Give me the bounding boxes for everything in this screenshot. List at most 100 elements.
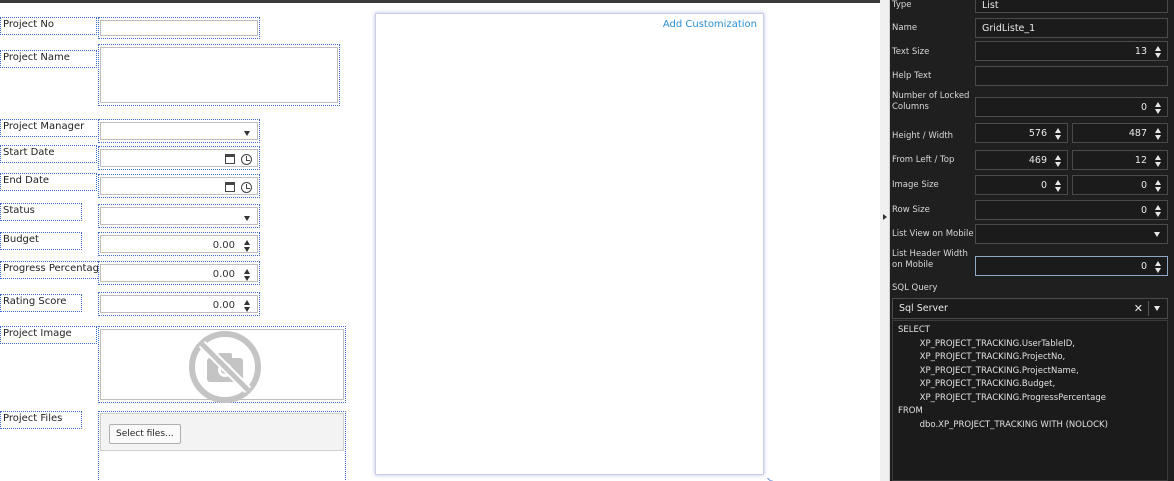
spinner-icon[interactable] <box>1055 128 1062 140</box>
name-input[interactable]: GridListe_1 <box>975 18 1168 38</box>
rating-score-box[interactable]: 0.00 <box>100 295 258 313</box>
end-date-box[interactable] <box>100 177 258 195</box>
help-text-input[interactable] <box>975 66 1168 86</box>
chevron-down-icon[interactable] <box>244 216 250 221</box>
budget-label[interactable]: Budget <box>0 232 82 250</box>
start-date-label[interactable]: Start Date <box>0 145 97 163</box>
progress-percentage-input[interactable]: 0.00 <box>98 261 260 285</box>
project-name-textarea[interactable] <box>98 44 340 106</box>
status-select[interactable] <box>98 204 260 228</box>
end-date-label[interactable]: End Date <box>0 173 97 191</box>
select-separator <box>1148 301 1149 316</box>
locked-columns-label: Number of Locked Columns <box>892 91 969 113</box>
status-label[interactable]: Status <box>0 203 82 221</box>
name-value: GridListe_1 <box>982 23 1036 34</box>
calendar-icon[interactable] <box>225 154 235 164</box>
sql-provider-select[interactable]: Sql Server ✕ <box>892 298 1168 319</box>
type-field[interactable]: List <box>975 0 1168 13</box>
panel-splitter[interactable] <box>880 0 890 481</box>
rating-score-value: 0.00 <box>212 300 235 311</box>
image-size-label: Image Size <box>892 180 939 190</box>
project-no-box[interactable] <box>100 20 258 36</box>
type-label: Type <box>892 0 912 10</box>
text-size-label: Text Size <box>892 47 930 57</box>
image-size-a-input[interactable]: 0 <box>975 175 1068 195</box>
project-name-label[interactable]: Project Name <box>0 50 97 68</box>
progress-percentage-label[interactable]: Progress Percentage <box>0 261 104 279</box>
sql-line: XP_PROJECT_TRACKING.ProjectName, <box>898 365 1079 376</box>
locked-columns-input[interactable]: 0 <box>975 97 1168 117</box>
width-value: 487 <box>1128 128 1147 139</box>
list-view-mobile-label: List View on Mobile <box>892 229 974 239</box>
file-upload-toolbar: Select files... <box>100 413 344 451</box>
text-size-input[interactable]: 13 <box>975 41 1168 61</box>
spinner-icon[interactable] <box>1155 46 1162 58</box>
chevron-down-icon[interactable] <box>1154 306 1160 311</box>
calendar-icon[interactable] <box>225 182 235 192</box>
project-files-field[interactable]: Select files... <box>98 411 346 481</box>
list-header-width-input[interactable]: 0 <box>975 256 1168 276</box>
select-files-button[interactable]: Select files... <box>109 424 181 444</box>
project-image-field[interactable] <box>98 326 346 403</box>
height-value: 576 <box>1028 128 1047 139</box>
image-size-b-input[interactable]: 0 <box>1072 175 1168 195</box>
from-left-input[interactable]: 469 <box>975 150 1068 170</box>
spinner-icon[interactable] <box>1155 180 1162 192</box>
spinner-icon[interactable] <box>244 240 251 252</box>
row-size-input[interactable]: 0 <box>975 200 1168 220</box>
project-manager-box[interactable] <box>100 122 258 140</box>
width-input[interactable]: 487 <box>1072 123 1168 143</box>
locked-columns-value: 0 <box>1140 102 1147 113</box>
spinner-icon[interactable] <box>1155 128 1162 140</box>
clock-icon[interactable] <box>241 154 252 165</box>
project-no-input[interactable] <box>98 17 260 39</box>
project-manager-label[interactable]: Project Manager <box>0 119 103 137</box>
sql-provider-value: Sql Server <box>899 303 948 314</box>
progress-percentage-value: 0.00 <box>212 269 235 280</box>
spinner-icon[interactable] <box>244 300 251 312</box>
project-name-box[interactable] <box>100 47 338 103</box>
spinner-icon[interactable] <box>244 269 251 281</box>
resize-handle-icon[interactable]: ↘ <box>766 476 774 481</box>
image-size-b-value: 0 <box>1140 180 1147 191</box>
row-size-value: 0 <box>1140 205 1147 216</box>
grid-list-control[interactable]: Add Customization <box>375 13 764 475</box>
project-image-label[interactable]: Project Image <box>0 326 97 344</box>
chevron-down-icon[interactable] <box>244 131 250 136</box>
clock-icon[interactable] <box>241 182 252 193</box>
locked-columns-label-line1: Number of Locked <box>892 91 970 101</box>
row-size-label: Row Size <box>892 205 930 215</box>
rating-score-input[interactable]: 0.00 <box>98 292 260 316</box>
no-camera-icon <box>189 331 261 403</box>
budget-input[interactable]: 0.00 <box>98 232 260 256</box>
sql-line: SELECT <box>898 325 930 335</box>
spinner-icon[interactable] <box>1155 205 1162 217</box>
project-image-box[interactable] <box>100 329 344 403</box>
end-date-input[interactable] <box>98 174 260 198</box>
status-box[interactable] <box>100 207 258 225</box>
progress-percentage-box[interactable]: 0.00 <box>100 264 258 282</box>
rating-score-label[interactable]: Rating Score <box>0 294 82 312</box>
project-no-label[interactable]: Project No <box>0 17 97 35</box>
height-input[interactable]: 576 <box>975 123 1068 143</box>
name-label: Name <box>892 23 918 33</box>
sql-line: XP_PROJECT_TRACKING.Budget, <box>898 379 1056 389</box>
spinner-icon[interactable] <box>1155 102 1162 114</box>
collapse-arrow-icon[interactable] <box>883 214 887 220</box>
spinner-icon[interactable] <box>1055 180 1062 192</box>
start-date-input[interactable] <box>98 146 260 170</box>
chevron-down-icon[interactable] <box>1154 232 1160 237</box>
add-customization-link[interactable]: Add Customization <box>663 19 757 30</box>
from-left-value: 469 <box>1028 155 1047 166</box>
from-top-input[interactable]: 12 <box>1072 150 1168 170</box>
close-icon[interactable]: ✕ <box>1134 302 1143 315</box>
project-manager-select[interactable] <box>98 119 260 143</box>
start-date-box[interactable] <box>100 149 258 167</box>
spinner-icon[interactable] <box>1055 155 1062 167</box>
spinner-icon[interactable] <box>1155 261 1162 273</box>
project-files-label[interactable]: Project Files <box>0 411 82 429</box>
sql-query-editor[interactable]: SELECT XP_PROJECT_TRACKING.UserTableID, … <box>892 320 1168 481</box>
list-view-mobile-select[interactable] <box>975 224 1168 244</box>
spinner-icon[interactable] <box>1155 155 1162 167</box>
budget-box[interactable]: 0.00 <box>100 235 258 253</box>
